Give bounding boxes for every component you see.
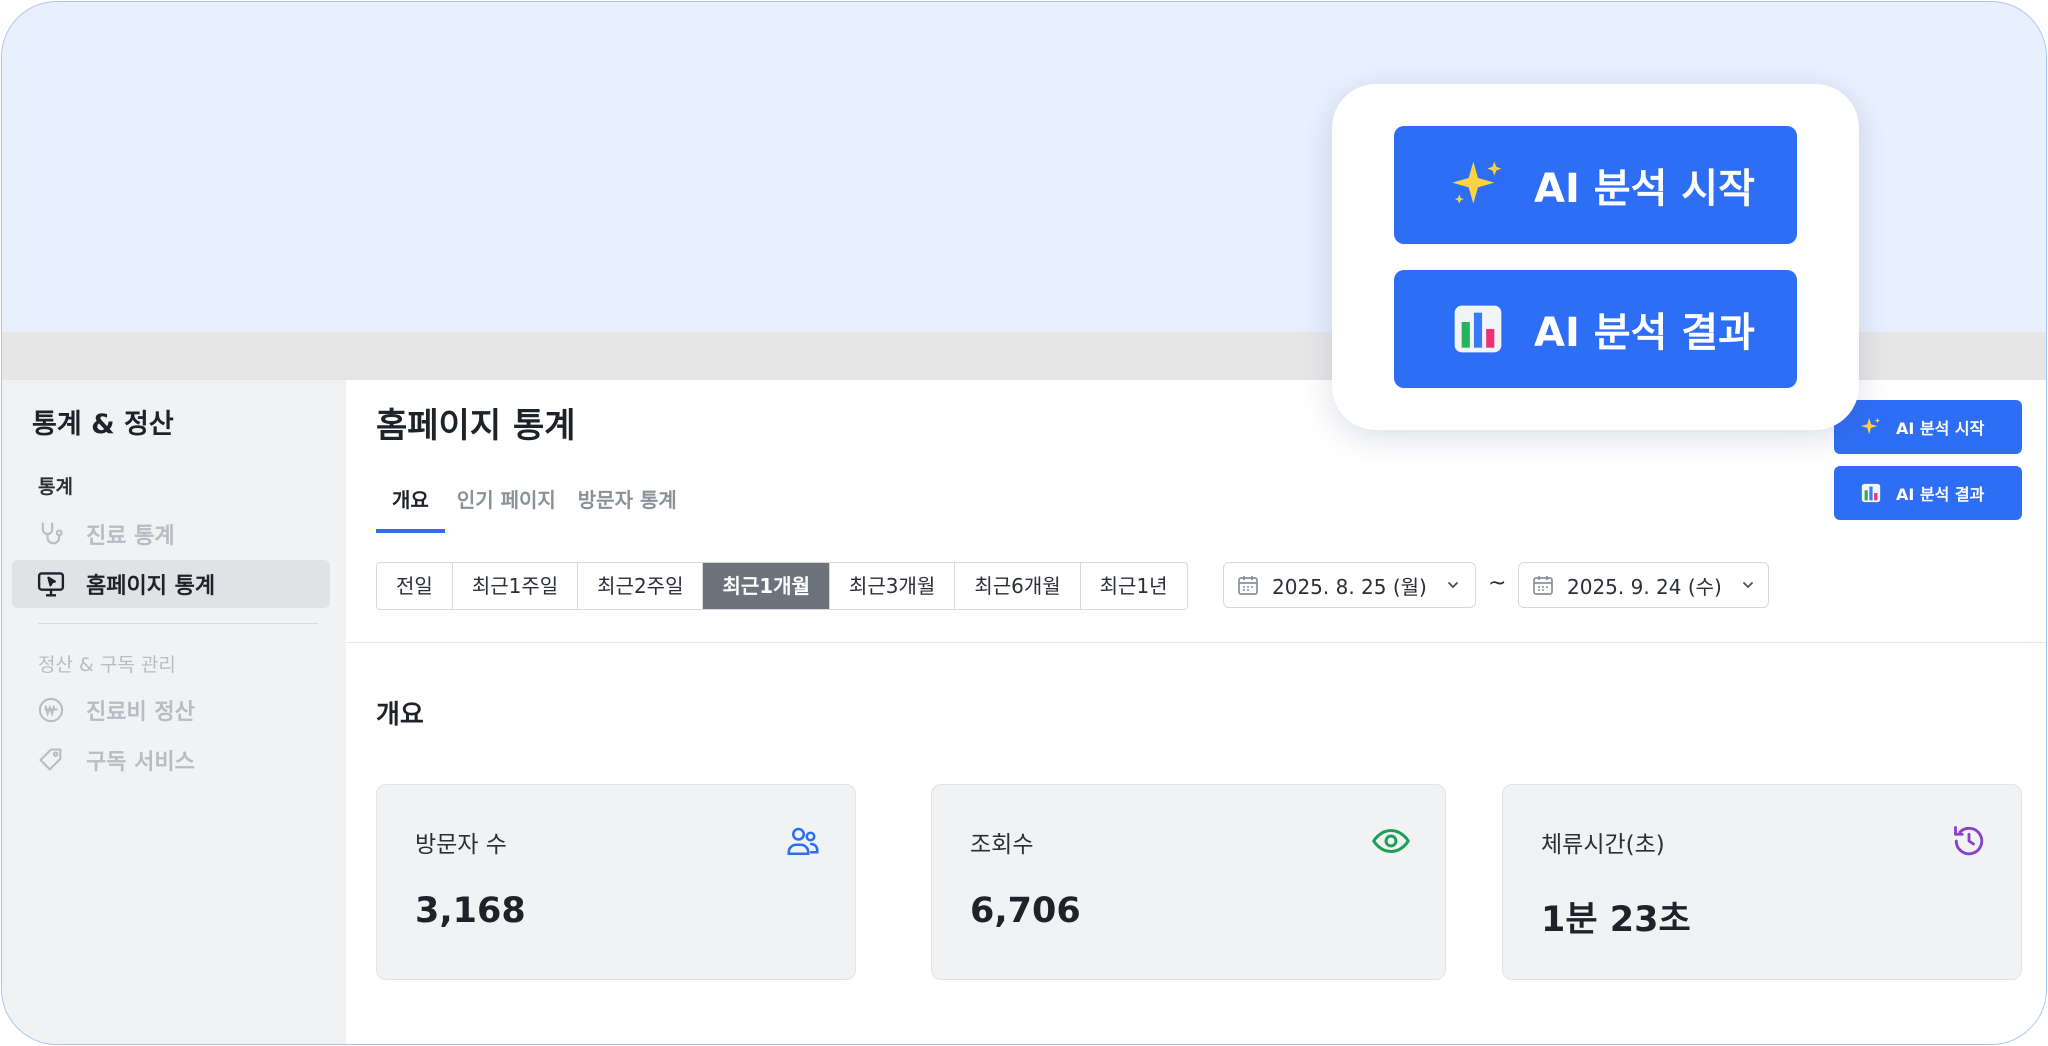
stat-card-label: 조회수 (970, 832, 1034, 858)
stat-card-dwell-time: 체류시간(초) 1분 23초 (1502, 784, 2022, 980)
sidebar-item-label: 홈페이지 통계 (86, 574, 216, 599)
sidebar-item-billing[interactable]: 진료비 정산 (12, 686, 330, 734)
bar-chart-icon (1450, 301, 1506, 357)
sidebar-item-label: 진료 통계 (86, 524, 175, 549)
sidebar: 통계 & 정산 통계 진료 통계 홈페이지 통계 정산 & 구독 관리 진료비 … (2, 380, 346, 1044)
history-icon (1951, 823, 1987, 859)
monitor-cursor-icon (36, 569, 66, 599)
sidebar-item-treatment-stats[interactable]: 진료 통계 (12, 510, 330, 558)
button-label: AI 분석 결과 (1896, 485, 1985, 504)
date-to-value: 2025. 9. 24 (수) (1567, 574, 1722, 599)
section-divider (346, 642, 2046, 643)
sparkles-icon (1450, 157, 1506, 213)
chevron-down-icon (1740, 577, 1756, 593)
sidebar-item-label: 진료비 정산 (86, 700, 195, 725)
stat-card-value: 1분 23초 (1541, 900, 1691, 940)
tab-bar: 개요 인기 페이지 방문자 통계 (376, 484, 689, 533)
tag-icon (36, 745, 66, 775)
calendar-icon (1236, 573, 1260, 597)
button-label: AI 분석 결과 (1534, 310, 1755, 356)
period-selector: 전일 최근1주일 최근2주일 최근1개월 최근3개월 최근6개월 최근1년 (376, 562, 1188, 610)
period-button-yesterday[interactable]: 전일 (377, 563, 453, 609)
period-button-1week[interactable]: 최근1주일 (453, 563, 579, 609)
ai-buttons-zoom-callout: AI 분석 시작 AI 분석 결과 (1332, 84, 1859, 430)
ai-analysis-result-button-small[interactable]: AI 분석 결과 (1834, 466, 2022, 520)
calendar-icon (1531, 573, 1555, 597)
ai-analysis-result-button[interactable]: AI 분석 결과 (1394, 270, 1797, 388)
stat-card-pageviews: 조회수 6,706 (931, 784, 1446, 980)
ai-analysis-start-button-small[interactable]: AI 분석 시작 (1834, 400, 2022, 454)
won-coin-icon (36, 695, 66, 725)
chevron-down-icon (1445, 577, 1461, 593)
sidebar-item-label: 구독 서비스 (86, 750, 195, 775)
tab-visitor-stats[interactable]: 방문자 통계 (568, 484, 687, 533)
period-button-1month[interactable]: 최근1개월 (703, 563, 830, 609)
tab-popular-pages[interactable]: 인기 페이지 (447, 484, 566, 533)
period-button-6months[interactable]: 최근6개월 (955, 563, 1081, 609)
date-from-value: 2025. 8. 25 (월) (1272, 574, 1427, 599)
eye-icon (1371, 823, 1411, 859)
date-from-picker[interactable]: 2025. 8. 25 (월) (1223, 562, 1476, 608)
sidebar-section-billing: 정산 & 구독 관리 (38, 654, 176, 676)
stat-card-value: 3,168 (415, 891, 526, 931)
sidebar-title: 통계 & 정산 (32, 409, 174, 440)
users-icon (785, 823, 821, 859)
sparkles-icon (1860, 416, 1882, 438)
main-content: 홈페이지 통계 개요 인기 페이지 방문자 통계 전일 최근1주일 최근2주일 … (346, 380, 2046, 1044)
section-title-overview: 개요 (376, 700, 424, 730)
date-to-picker[interactable]: 2025. 9. 24 (수) (1518, 562, 1769, 608)
period-button-1year[interactable]: 최근1년 (1081, 563, 1187, 609)
stethoscope-icon (36, 519, 66, 549)
button-label: AI 분석 시작 (1534, 166, 1755, 212)
sidebar-item-subscription[interactable]: 구독 서비스 (12, 736, 330, 784)
period-button-2weeks[interactable]: 최근2주일 (578, 563, 704, 609)
sidebar-item-homepage-stats[interactable]: 홈페이지 통계 (12, 560, 330, 608)
stat-card-value: 6,706 (970, 891, 1081, 931)
date-range-separator: ~ (1488, 571, 1507, 596)
bar-chart-icon (1860, 482, 1882, 504)
period-button-3months[interactable]: 최근3개월 (830, 563, 956, 609)
ai-analysis-start-button[interactable]: AI 분석 시작 (1394, 126, 1797, 244)
tab-overview[interactable]: 개요 (376, 484, 445, 533)
stat-card-label: 방문자 수 (415, 832, 507, 858)
sidebar-divider (38, 623, 318, 624)
button-label: AI 분석 시작 (1896, 419, 1985, 438)
stat-card-visitors: 방문자 수 3,168 (376, 784, 856, 980)
app-frame: 통계 & 정산 통계 진료 통계 홈페이지 통계 정산 & 구독 관리 진료비 … (1, 1, 2047, 1045)
page-title: 홈페이지 통계 (376, 406, 576, 446)
stat-card-label: 체류시간(초) (1541, 832, 1665, 858)
sidebar-section-stats: 통계 (38, 476, 73, 498)
